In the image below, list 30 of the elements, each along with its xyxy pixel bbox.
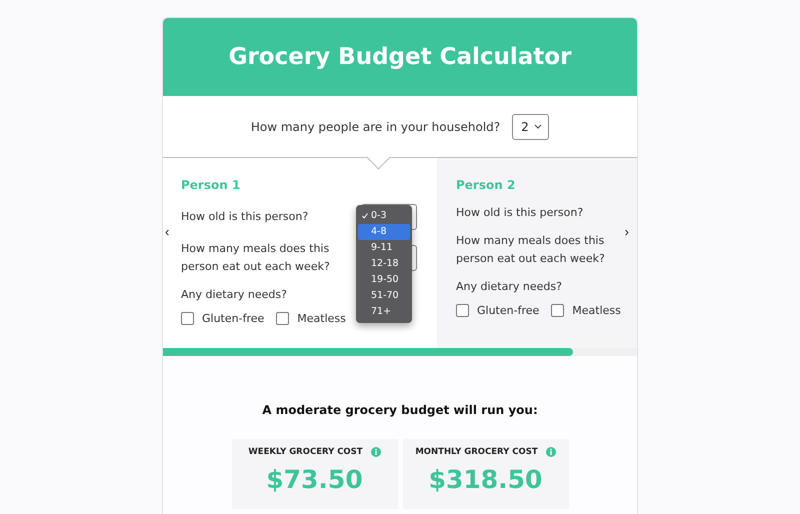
question-label: How old is this person? [181,209,310,225]
info-icon[interactable] [546,447,556,457]
chevron-down-icon [534,124,542,129]
cost-label: MONTHLY GROCERY COST [415,447,538,457]
checkbox-option[interactable]: Meatless [551,304,621,317]
cost-value: $318.50 [428,465,542,494]
cost-value: $73.50 [266,465,363,494]
cost-label: WEEKLY GROCERY COST [248,447,363,457]
checkbox-option[interactable]: Meatless [276,312,346,325]
menu-option[interactable]: 9-11 [358,240,410,256]
menu-option[interactable]: 71+ [358,304,410,320]
household-select[interactable]: 2 [512,114,550,140]
question-label: How many meals does this person eat out each week? [181,241,331,275]
question-label: How old is this person? [456,205,584,221]
menu-option[interactable]: 12-18 [358,256,410,272]
menu-option[interactable]: 19-50 [358,272,410,288]
info-icon[interactable] [370,447,381,457]
question-label: Any dietary needs? [456,279,562,295]
question-label: How many people are in your household? [250,118,500,136]
menu-option[interactable]: 4-8 [358,224,410,240]
person-title: Person 1 [181,178,242,192]
menu-option[interactable]: 51-70 [358,288,410,304]
results-heading: A moderate grocery budget will run you: [262,403,538,417]
person-title: Person 2 [456,178,516,192]
question-label: How many meals does this person eat out each week? [456,233,606,267]
menu-option[interactable]: 0-3 [358,208,410,224]
checkbox-option[interactable]: Gluten-free [456,304,540,317]
question-label: Any dietary needs? [181,287,287,303]
page-title: Grocery Budget Calculator [228,44,572,70]
checkbox-option[interactable]: Gluten-free [181,312,264,325]
